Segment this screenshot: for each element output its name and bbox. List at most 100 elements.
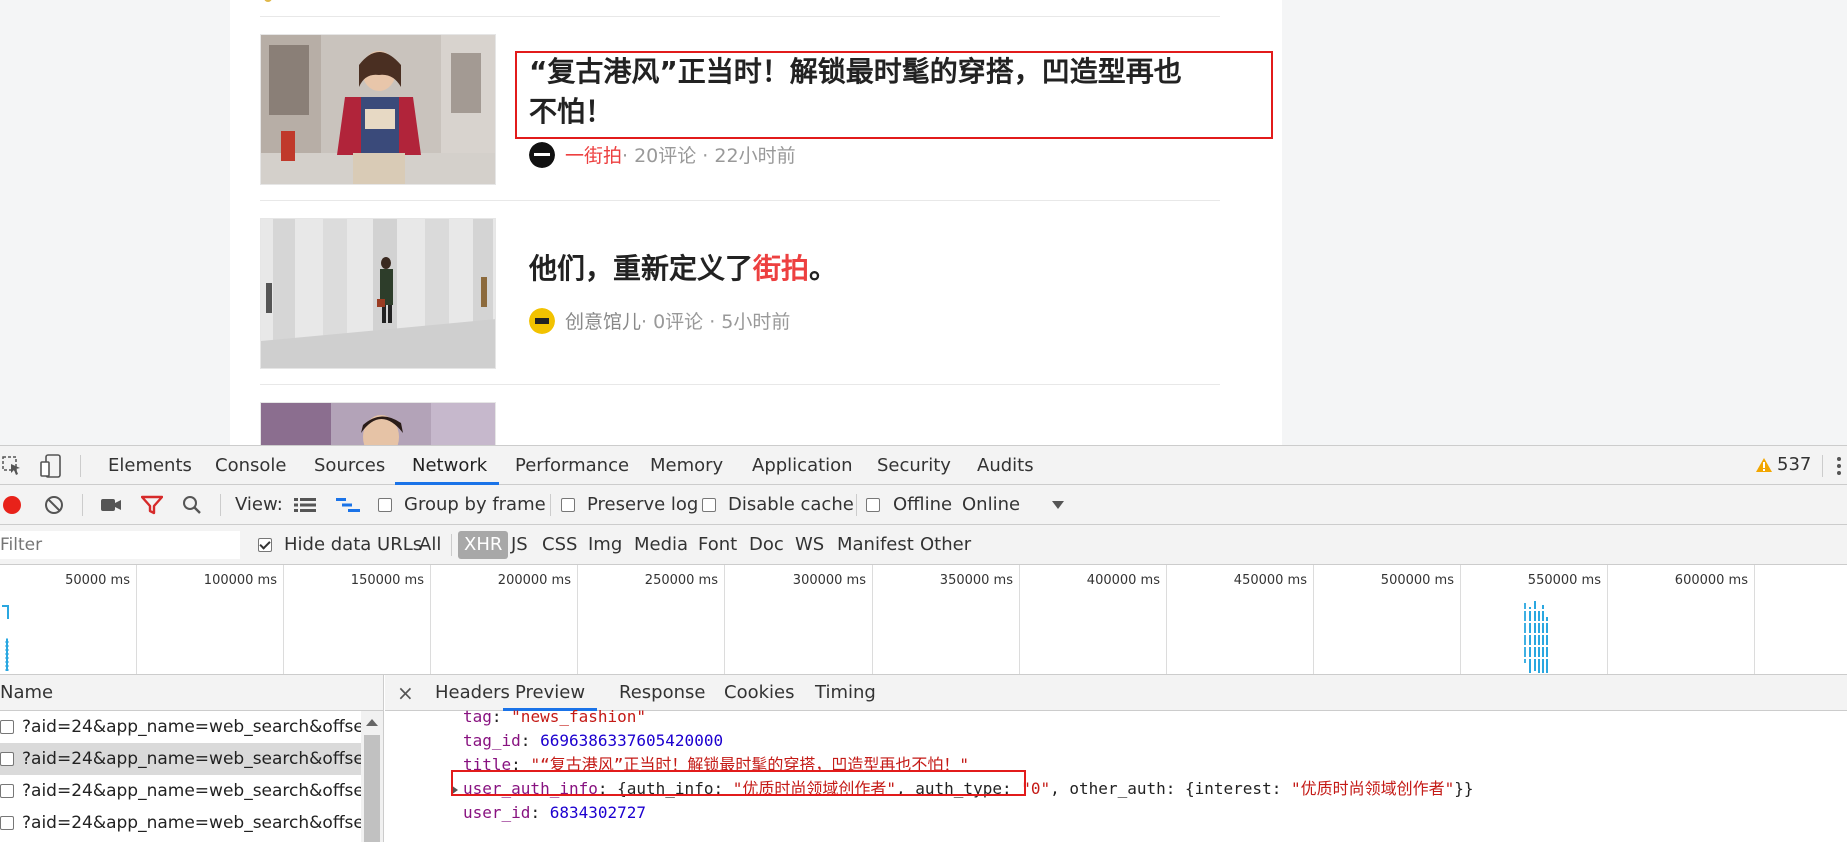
annotation-box: [451, 770, 1026, 796]
name-column-header[interactable]: Name: [0, 675, 383, 711]
toolbar-divider: [220, 494, 221, 516]
preserve-log-label[interactable]: Preserve log: [587, 494, 698, 515]
large-rows-icon[interactable]: [294, 497, 316, 513]
tab-cookies[interactable]: Cookies: [724, 675, 794, 711]
warning-icon[interactable]: [1755, 457, 1773, 473]
overview-gridline: [136, 565, 137, 674]
clear-icon[interactable]: [44, 495, 64, 515]
filter-type-other[interactable]: Other: [920, 534, 971, 555]
offline-checkbox[interactable]: [866, 498, 880, 512]
request-row[interactable]: ?aid=24&app_name=web_search&offset=: [0, 775, 383, 807]
overview-tick-label: 450000 ms: [1233, 573, 1307, 588]
article-title[interactable]: 他们，重新定义了街拍。: [529, 249, 837, 289]
toolbar-divider: [82, 494, 83, 516]
hide-data-urls-label[interactable]: Hide data URLs: [284, 534, 422, 555]
scroll-up-arrow-icon[interactable]: [366, 719, 378, 726]
close-detail-icon[interactable]: ×: [397, 675, 414, 711]
json-punct: }}: [1454, 779, 1474, 798]
overview-tick-label: 400000 ms: [1086, 573, 1160, 588]
article-thumbnail[interactable]: [260, 34, 496, 185]
search-icon[interactable]: [182, 495, 202, 515]
overview-gridline: [724, 565, 725, 674]
json-row-user-id[interactable]: user_id: 6834302727: [463, 801, 646, 825]
overview-gridline: [1019, 565, 1020, 674]
tab-sources[interactable]: Sources: [314, 446, 385, 485]
group-by-frame-checkbox[interactable]: [378, 498, 392, 512]
warning-count[interactable]: 537: [1777, 454, 1811, 475]
group-by-frame-label[interactable]: Group by frame: [404, 494, 546, 515]
device-toolbar-icon[interactable]: [40, 454, 62, 478]
hide-data-urls-checkbox[interactable]: [258, 538, 272, 552]
overview-tick-label: 200000 ms: [497, 573, 571, 588]
tab-elements[interactable]: Elements: [108, 446, 192, 485]
article-source[interactable]: 一街拍: [565, 141, 622, 168]
record-icon[interactable]: [2, 495, 22, 515]
tab-application[interactable]: Application: [752, 446, 853, 485]
filter-input[interactable]: [0, 531, 240, 559]
json-value: "优质时尚领域创作者": [1290, 779, 1455, 798]
article-meta: 创意馆儿 · 0评论 · 5小时前: [529, 307, 790, 334]
filter-icon[interactable]: [141, 495, 163, 515]
waterfall-overview-icon[interactable]: [336, 497, 360, 513]
tab-console[interactable]: Console: [215, 446, 286, 485]
request-row-icon: [0, 720, 14, 734]
article-thumbnail[interactable]: [260, 218, 496, 369]
filter-type-css[interactable]: CSS: [542, 534, 577, 555]
screenshot-camera-icon[interactable]: [100, 497, 122, 513]
feed-top-divider: [260, 0, 1220, 17]
request-row[interactable]: ?aid=24&app_name=web_search&offset=: [0, 711, 383, 743]
filter-type-doc[interactable]: Doc: [749, 534, 784, 555]
scrollbar-thumb[interactable]: [364, 735, 380, 842]
disable-cache-label[interactable]: Disable cache: [728, 494, 854, 515]
filter-type-img[interactable]: Img: [588, 534, 622, 555]
offline-label[interactable]: Offline: [893, 494, 952, 515]
tab-timing[interactable]: Timing: [815, 675, 876, 711]
article-thumbnail[interactable]: [260, 402, 496, 445]
filter-type-js[interactable]: JS: [511, 534, 528, 555]
request-row-icon: [0, 816, 14, 830]
article-card[interactable]: 他们，重新定义了街拍。 创意馆儿 · 0评论 · 5小时前: [260, 201, 1220, 385]
partial-avatar: [264, 0, 272, 2]
request-name: ?aid=24&app_name=web_search&offset=: [22, 813, 383, 833]
filter-type-font[interactable]: Font: [698, 534, 737, 555]
article-card[interactable]: [260, 385, 1220, 445]
inspect-element-icon[interactable]: [2, 456, 22, 476]
tab-audits[interactable]: Audits: [977, 446, 1034, 485]
throttling-select[interactable]: Online: [962, 494, 1020, 515]
preserve-log-checkbox[interactable]: [561, 498, 575, 512]
filter-type-xhr[interactable]: XHR: [458, 531, 509, 559]
article-meta: 一街拍 · 20评论 · 22小时前: [529, 141, 796, 168]
request-row-selected[interactable]: ?aid=24&app_name=web_search&offset=: [0, 743, 383, 775]
chevron-down-icon[interactable]: [1052, 501, 1064, 509]
json-row-tag-id[interactable]: tag_id: 6696386337605420000: [463, 729, 723, 753]
tab-memory[interactable]: Memory: [650, 446, 723, 485]
tab-security[interactable]: Security: [877, 446, 951, 485]
filter-type-ws[interactable]: WS: [795, 534, 824, 555]
overview-tick-label: 100000 ms: [203, 573, 277, 588]
request-row-icon: [0, 784, 14, 798]
tab-network[interactable]: Network: [395, 446, 499, 485]
filter-type-media[interactable]: Media: [634, 534, 688, 555]
filter-type-all[interactable]: All: [419, 534, 441, 555]
article-source[interactable]: 创意馆儿: [565, 307, 641, 334]
json-key: tag: [463, 707, 492, 726]
request-list: Name ?aid=24&app_name=web_search&offset=…: [0, 675, 384, 842]
toolbar-divider: [1822, 455, 1823, 477]
overview-tick-label: 250000 ms: [644, 573, 718, 588]
devtools-panel: Elements Console Sources Network Perform…: [0, 445, 1847, 842]
source-avatar-icon[interactable]: [529, 141, 555, 168]
network-overview-timeline[interactable]: 50000 ms 100000 ms 150000 ms 200000 ms 25000…: [0, 565, 1847, 675]
request-name: ?aid=24&app_name=web_search&offset=: [22, 781, 383, 801]
filter-type-manifest[interactable]: Manifest: [837, 534, 914, 555]
overview-tick-label: 500000 ms: [1380, 573, 1454, 588]
overview-gridline: [1754, 565, 1755, 674]
toolbar-divider: [856, 494, 857, 516]
disable-cache-checkbox[interactable]: [702, 498, 716, 512]
json-row-tag[interactable]: tag: "news_fashion": [463, 705, 646, 729]
json-value: 6834302727: [549, 803, 647, 822]
source-avatar-icon[interactable]: [529, 307, 555, 334]
overview-tick-label: 300000 ms: [792, 573, 866, 588]
request-row[interactable]: ?aid=24&app_name=web_search&offset=: [0, 807, 383, 839]
tab-performance[interactable]: Performance: [515, 446, 629, 485]
more-options-icon[interactable]: [1836, 456, 1842, 476]
